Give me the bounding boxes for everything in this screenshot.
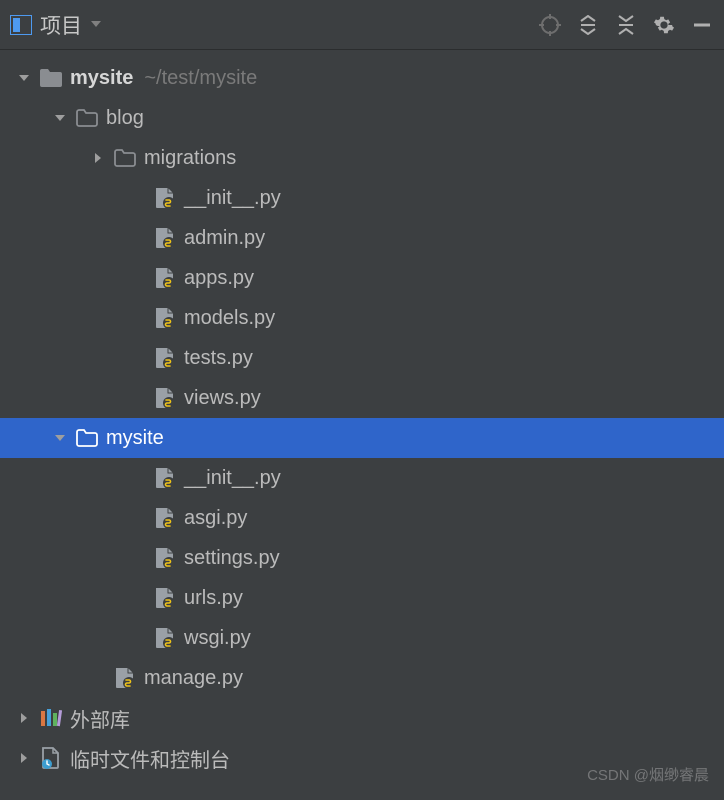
chevron-right-icon[interactable] bbox=[14, 748, 34, 768]
pyfile-icon bbox=[153, 626, 177, 650]
tree-item[interactable]: tests.py bbox=[0, 338, 724, 378]
folder-icon bbox=[113, 146, 137, 170]
tree-item-label: __init__.py bbox=[184, 187, 281, 210]
tree-item-label: urls.py bbox=[184, 587, 243, 610]
tree-item-label: views.py bbox=[184, 387, 261, 410]
watermark: CSDN @烟缈睿晨 bbox=[587, 764, 709, 785]
project-dropdown-icon[interactable] bbox=[90, 16, 102, 34]
pyfile-icon bbox=[153, 186, 177, 210]
pyfile-icon bbox=[153, 506, 177, 530]
expand-all-icon[interactable] bbox=[576, 13, 600, 37]
tree-item[interactable]: mysite ~/test/mysite bbox=[0, 58, 724, 98]
tree-item[interactable]: __init__.py bbox=[0, 178, 724, 218]
tree-item[interactable]: wsgi.py bbox=[0, 618, 724, 658]
collapse-all-icon[interactable] bbox=[614, 13, 638, 37]
project-panel-icon bbox=[10, 15, 32, 35]
chevron-right-icon[interactable] bbox=[88, 148, 108, 168]
libs-icon bbox=[39, 706, 63, 730]
tree-item-label: 外部库 bbox=[70, 704, 130, 733]
tree-item[interactable]: admin.py bbox=[0, 218, 724, 258]
tree-item-label: manage.py bbox=[144, 667, 243, 690]
project-label[interactable]: 项目 bbox=[40, 10, 82, 40]
toolbar-right bbox=[538, 13, 714, 37]
pyfile-icon bbox=[153, 226, 177, 250]
tree-item[interactable]: settings.py bbox=[0, 538, 724, 578]
tree-item-label: tests.py bbox=[184, 347, 253, 370]
tree-item-path: ~/test/mysite bbox=[144, 67, 257, 90]
chevron-down-icon[interactable] bbox=[50, 108, 70, 128]
folder-icon bbox=[75, 426, 99, 450]
pyfile-icon bbox=[153, 586, 177, 610]
pyfile-icon bbox=[113, 666, 137, 690]
tree-item-label: blog bbox=[106, 107, 144, 130]
tree-item[interactable]: migrations bbox=[0, 138, 724, 178]
locate-icon[interactable] bbox=[538, 13, 562, 37]
folder-icon bbox=[75, 106, 99, 130]
tree-item[interactable]: apps.py bbox=[0, 258, 724, 298]
project-tree[interactable]: mysite ~/test/mysiteblogmigrations __init_… bbox=[0, 50, 724, 778]
tree-item-label: __init__.py bbox=[184, 467, 281, 490]
tree-item-label: settings.py bbox=[184, 547, 280, 570]
minimize-icon[interactable] bbox=[690, 13, 714, 37]
tree-item[interactable]: blog bbox=[0, 98, 724, 138]
project-toolbar: 项目 bbox=[0, 0, 724, 50]
scratch-icon bbox=[39, 746, 63, 770]
chevron-down-icon[interactable] bbox=[50, 428, 70, 448]
tree-item-label: 临时文件和控制台 bbox=[70, 744, 230, 773]
tree-item-label: admin.py bbox=[184, 227, 265, 250]
pyfile-icon bbox=[153, 346, 177, 370]
tree-item[interactable]: mysite bbox=[0, 418, 724, 458]
tree-item-label: mysite bbox=[106, 427, 164, 450]
pyfile-icon bbox=[153, 386, 177, 410]
tree-item-label: apps.py bbox=[184, 267, 254, 290]
folder-solid-icon bbox=[39, 66, 63, 90]
tree-item[interactable]: views.py bbox=[0, 378, 724, 418]
chevron-down-icon[interactable] bbox=[14, 68, 34, 88]
pyfile-icon bbox=[153, 466, 177, 490]
tree-item-label: wsgi.py bbox=[184, 627, 251, 650]
tree-item[interactable]: __init__.py bbox=[0, 458, 724, 498]
chevron-right-icon[interactable] bbox=[14, 708, 34, 728]
pyfile-icon bbox=[153, 306, 177, 330]
tree-item[interactable]: urls.py bbox=[0, 578, 724, 618]
toolbar-left: 项目 bbox=[10, 10, 102, 40]
pyfile-icon bbox=[153, 546, 177, 570]
gear-icon[interactable] bbox=[652, 13, 676, 37]
tree-item[interactable]: manage.py bbox=[0, 658, 724, 698]
tree-item-label: models.py bbox=[184, 307, 275, 330]
pyfile-icon bbox=[153, 266, 177, 290]
tree-item-label: mysite bbox=[70, 67, 133, 90]
tree-item-label: asgi.py bbox=[184, 507, 247, 530]
tree-item[interactable]: 外部库 bbox=[0, 698, 724, 738]
tree-item[interactable]: models.py bbox=[0, 298, 724, 338]
tree-item-label: migrations bbox=[144, 147, 236, 170]
tree-item[interactable]: asgi.py bbox=[0, 498, 724, 538]
